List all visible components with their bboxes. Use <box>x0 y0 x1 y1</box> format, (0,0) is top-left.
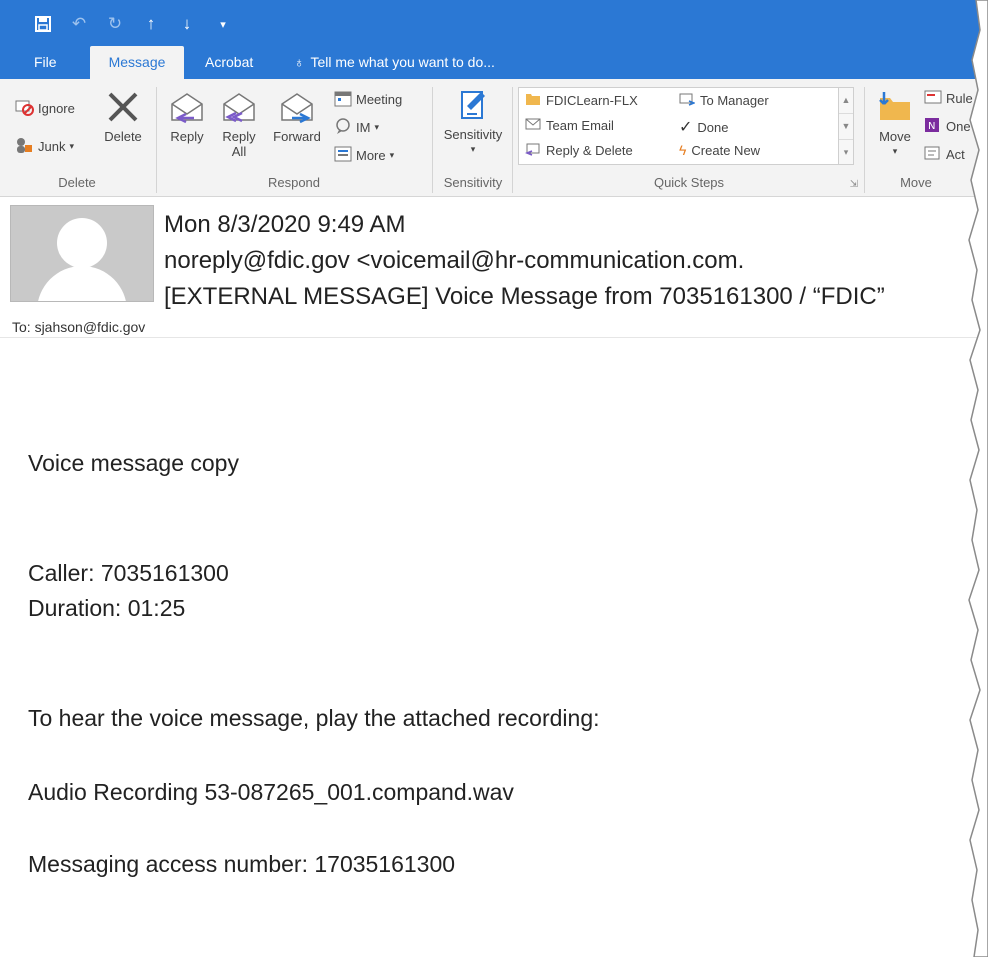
move-group-label: Move <box>900 175 932 190</box>
torn-edge-decoration <box>968 0 988 957</box>
message-date: Mon 8/3/2020 9:49 AM <box>164 211 406 238</box>
ribbon-separator <box>512 87 513 193</box>
sensitivity-icon <box>453 85 493 125</box>
chevron-down-icon: ▾ <box>374 122 379 132</box>
sensitivity-button[interactable]: Sensitivity ▾ <box>438 85 508 157</box>
forward-icon <box>277 87 317 127</box>
message-header: Mon 8/3/2020 9:49 AM noreply@fdic.gov <v… <box>0 197 988 338</box>
title-bar: ↶ ↻ ↑ ↓ ▾ <box>0 0 988 46</box>
tell-me-text: Tell me what you want to do... <box>310 54 495 70</box>
chevron-down-icon: ▾ <box>69 141 74 151</box>
chat-icon <box>334 117 352 138</box>
tab-file[interactable]: File <box>32 46 59 79</box>
move-folder-icon <box>875 87 915 127</box>
ribbon: Ignore Junk ▾ Delete Delete Reply Reply … <box>0 79 988 197</box>
actions-icon <box>924 145 942 164</box>
quick-step-create-new[interactable]: ϟ Create New <box>679 142 760 158</box>
ignore-button[interactable]: Ignore <box>14 97 75 120</box>
sensitivity-group: Sensitivity ▾ Sensitivity <box>434 79 512 196</box>
customize-icon[interactable]: ▾ <box>212 13 234 35</box>
junk-button[interactable]: Junk ▾ <box>14 135 74 158</box>
ribbon-separator <box>156 87 157 193</box>
dialog-launcher-icon[interactable]: ⇲ <box>850 179 858 190</box>
ribbon-separator <box>432 87 433 193</box>
sensitivity-group-label: Sensitivity <box>443 175 503 190</box>
respond-group-label: Respond <box>267 175 321 190</box>
reply-delete-icon <box>524 142 541 159</box>
expand-gallery-icon[interactable]: ▾ <box>839 140 853 165</box>
reply-all-icon <box>219 87 259 127</box>
undo-icon[interactable]: ↶ <box>68 13 90 35</box>
ribbon-separator <box>864 87 865 193</box>
quick-step-reply-delete[interactable]: Reply & Delete <box>524 142 633 159</box>
meeting-button[interactable]: Meeting <box>334 89 402 110</box>
quick-step-team-email[interactable]: Team Email <box>525 117 614 134</box>
chevron-down-icon: ▾ <box>389 150 395 160</box>
redo-icon[interactable]: ↻ <box>104 13 126 35</box>
tell-me-search[interactable]: ♁ Tell me what you want to do... <box>292 46 497 79</box>
im-button[interactable]: IM ▾ <box>334 117 379 138</box>
chevron-down-icon: ▾ <box>470 144 476 154</box>
header-divider <box>0 337 980 338</box>
rules-icon <box>924 89 942 108</box>
delete-icon <box>103 87 143 127</box>
quick-steps-gallery: FDICLearn-FLX To Manager Team Email ✓ Do… <box>518 87 854 165</box>
avatar-head-shape <box>57 218 107 268</box>
mail-icon <box>525 117 541 134</box>
quick-steps-group-label: Quick Steps <box>653 175 725 190</box>
junk-icon <box>14 135 34 158</box>
reply-icon <box>167 87 207 127</box>
sender-avatar <box>10 205 154 302</box>
down-arrow-icon[interactable]: ↓ <box>176 13 198 35</box>
delete-button[interactable]: Delete <box>98 87 148 144</box>
respond-group: Reply Reply All Forward Meeting IM ▾ Mor… <box>158 79 430 196</box>
reply-all-button[interactable]: Reply All <box>216 87 262 159</box>
tab-message[interactable]: Message <box>90 46 184 79</box>
message-sender[interactable]: noreply@fdic.gov <voicemail@hr-communica… <box>164 247 744 275</box>
onenote-button[interactable]: N One <box>924 117 971 136</box>
body-line-caller: Caller: 7035161300 <box>28 560 229 586</box>
more-button[interactable]: More ▾ <box>334 145 394 166</box>
ribbon-tabs: File Message Acrobat ♁ Tell me what you … <box>0 46 988 79</box>
checkmark-icon: ✓ <box>679 119 693 136</box>
move-button[interactable]: Move ▾ <box>870 87 920 159</box>
forward-mail-icon <box>679 92 697 109</box>
lightbulb-icon: ♁ <box>294 54 305 70</box>
ignore-icon <box>14 97 34 120</box>
scroll-down-icon[interactable]: ▼ <box>839 114 853 140</box>
chevron-down-icon: ▾ <box>892 146 898 156</box>
body-line-instruction: To hear the voice message, play the atta… <box>28 705 600 731</box>
folder-icon <box>525 92 541 109</box>
quick-step-fdiclearn[interactable]: FDICLearn-FLX <box>525 92 638 109</box>
quick-access-toolbar: ↶ ↻ ↑ ↓ ▾ <box>32 12 234 36</box>
quick-step-to-manager[interactable]: To Manager <box>679 92 769 109</box>
delete-group: Ignore Junk ▾ Delete Delete <box>0 79 154 196</box>
save-icon[interactable] <box>32 13 54 35</box>
reply-button[interactable]: Reply <box>164 87 210 144</box>
message-recipients[interactable]: To: sjahson@fdic.gov <box>12 319 145 335</box>
avatar-body-shape <box>37 266 127 301</box>
quick-steps-scroll[interactable]: ▲ ▼ ▾ <box>838 88 853 164</box>
body-line-title: Voice message copy <box>28 450 239 476</box>
actions-button[interactable]: Act <box>924 145 965 164</box>
delete-group-label: Delete <box>58 175 96 190</box>
more-icon <box>334 145 352 166</box>
calendar-icon <box>334 89 352 110</box>
forward-button[interactable]: Forward <box>268 87 326 144</box>
lightning-icon: ϟ <box>679 142 687 158</box>
body-line-attachment[interactable]: Audio Recording 53-087265_001.compand.wa… <box>28 779 514 806</box>
quick-step-done[interactable]: ✓ Done <box>679 117 728 137</box>
body-line-access-number: Messaging access number: 17035161300 <box>28 851 456 877</box>
up-arrow-icon[interactable]: ↑ <box>140 13 162 35</box>
scroll-up-icon[interactable]: ▲ <box>839 88 853 114</box>
svg-text:N: N <box>928 121 935 132</box>
message-subject: [EXTERNAL MESSAGE] Voice Message from 70… <box>164 283 885 310</box>
onenote-icon: N <box>924 117 942 136</box>
body-line-duration: Duration: 01:25 <box>28 595 186 621</box>
tab-acrobat[interactable]: Acrobat <box>203 46 255 79</box>
